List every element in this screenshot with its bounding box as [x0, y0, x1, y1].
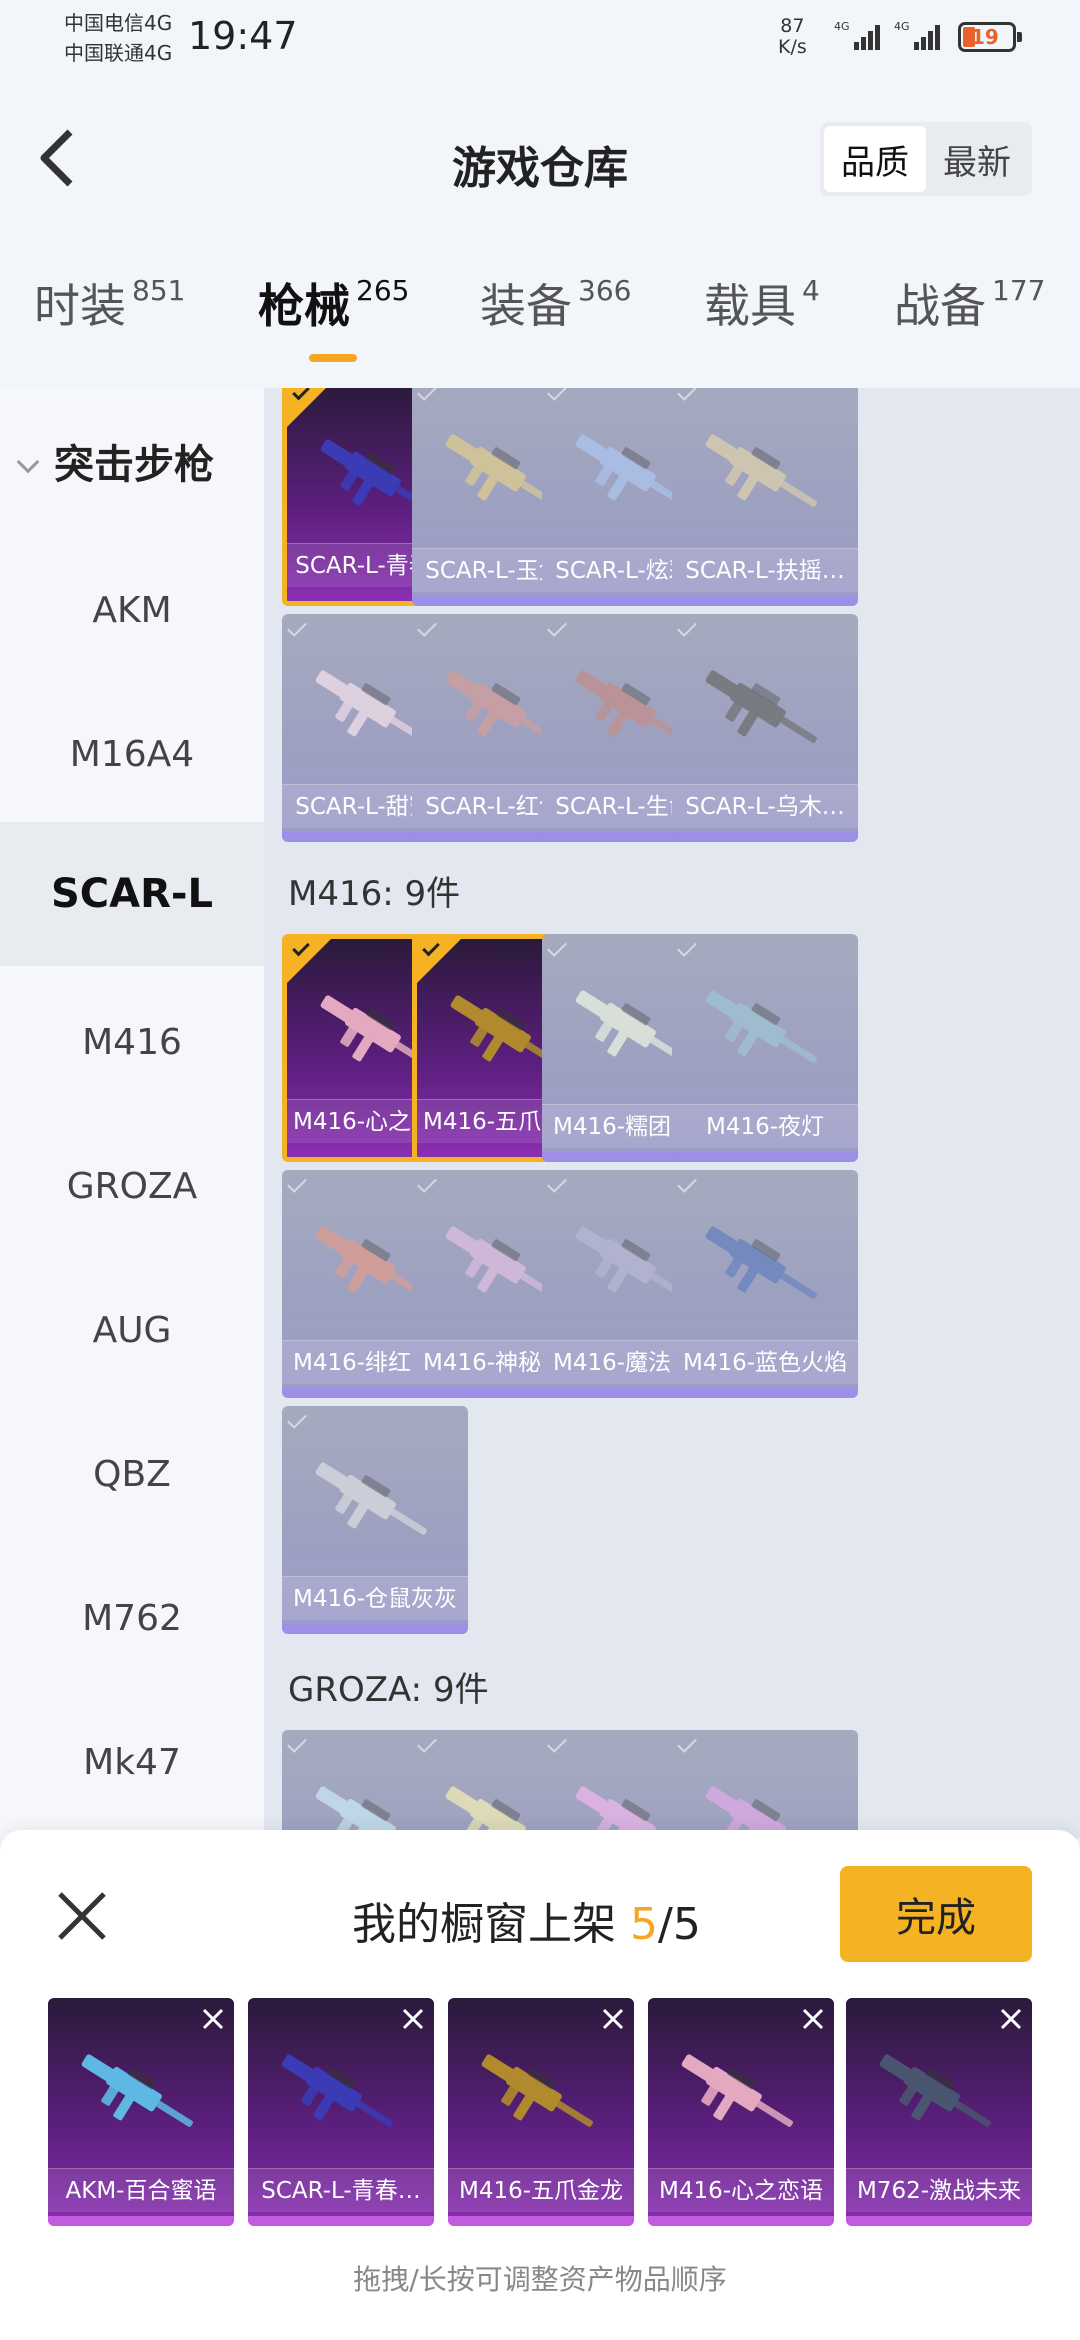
sort-quality-button[interactable]: 品质	[824, 126, 926, 192]
tab-count: 366	[578, 274, 632, 307]
clock: 19:47	[188, 14, 298, 58]
sort-newest-button[interactable]: 最新	[926, 126, 1028, 192]
item-name: SCAR-L-扶摇…	[672, 548, 858, 592]
remove-slot-icon[interactable]	[198, 2004, 228, 2034]
item-grid: M416: 9件 GROZA: 9件 4级SCAR-L-青春…SCAR-L-玉兔…	[264, 388, 1080, 1838]
showcase-slot[interactable]: M416-五爪金龙	[448, 1998, 634, 2226]
carrier-2: 中国联通4G	[64, 41, 173, 65]
signal-1-icon: 4G	[834, 20, 880, 50]
category-tabs: 时装 851 枪械 265 装备 366 载具 4 战备 177	[0, 270, 1080, 370]
tab-count: 177	[992, 274, 1046, 307]
rifle-icon	[281, 2054, 394, 2127]
rifle-icon	[879, 2054, 992, 2127]
m416-item-card[interactable]: M416-仓鼠灰灰	[282, 1406, 468, 1634]
sidebar-item-scar-l[interactable]: SCAR-L	[0, 822, 264, 966]
sidebar-group-header[interactable]: 突击步枪	[16, 432, 214, 490]
network-speed: 87 K/s	[778, 16, 807, 58]
section-label-groza: GROZA: 9件	[288, 1670, 489, 1710]
sort-toggle: 品质 最新	[820, 122, 1032, 196]
sidebar-item-groza[interactable]: GROZA	[0, 1114, 264, 1258]
tab-supplies[interactable]: 战备 177	[894, 270, 1045, 336]
remove-slot-icon[interactable]	[598, 2004, 628, 2034]
active-tab-indicator	[309, 354, 357, 362]
scar-item-card[interactable]: SCAR-L-扶摇…	[672, 388, 858, 606]
battery-level: 19	[971, 25, 999, 49]
item-name: M416-蓝色火焰	[672, 1340, 858, 1384]
sidebar-item-m416[interactable]: M416	[0, 970, 264, 1114]
signal-2-icon: 4G	[894, 20, 940, 50]
tab-count: 4	[802, 274, 820, 307]
slot-name: AKM-百合蜜语	[48, 2168, 234, 2212]
section-label-m416: M416: 9件	[288, 874, 461, 914]
slot-name: M762-激战未来	[846, 2168, 1032, 2212]
sidebar-item-m16a4[interactable]: M16A4	[0, 682, 264, 826]
rifle-icon	[681, 2054, 794, 2127]
carrier-1: 中国电信4G	[64, 11, 173, 35]
close-button[interactable]	[52, 1886, 112, 1946]
weapon-sidebar: 突击步枪 AKM M16A4 SCAR-L M416 GROZA AUG QBZ…	[0, 388, 264, 1838]
showcase-title-text: 我的橱窗上架	[352, 1899, 616, 1950]
done-button[interactable]: 完成	[840, 1866, 1032, 1962]
tab-count: 851	[132, 274, 186, 307]
item-name: M416-仓鼠灰灰	[282, 1576, 468, 1620]
tab-vehicles[interactable]: 载具 4	[704, 270, 820, 336]
svg-text:4G: 4G	[894, 20, 910, 33]
carrier-info: 中国电信4G 中国联通4G	[64, 8, 172, 68]
status-bar: 中国电信4G 中国联通4G 19:47 87 K/s 4G 4G 19	[0, 0, 1080, 80]
tab-label: 战备	[894, 279, 986, 333]
sidebar-item-aug[interactable]: AUG	[0, 1258, 264, 1402]
showcase-count-total: /5	[658, 1899, 701, 1950]
slot-name: SCAR-L-青春…	[248, 2168, 434, 2212]
sidebar-item-m762[interactable]: M762	[0, 1546, 264, 1690]
reorder-hint: 拖拽/长按可调整资产物品顺序	[353, 2263, 727, 2296]
m416-item-card[interactable]: M416-蓝色火焰	[672, 1170, 858, 1398]
showcase-title: 我的橱窗上架 5/5	[352, 1888, 701, 1952]
tab-fashion[interactable]: 时装 851	[34, 270, 185, 336]
speed-value: 87	[780, 15, 805, 37]
chevron-down-icon	[16, 450, 40, 474]
showcase-panel: 我的橱窗上架 5/5 完成 拖拽/长按可调整资产物品顺序 AKM-百合蜜语 SCA…	[0, 1830, 1080, 2340]
remove-slot-icon[interactable]	[798, 2004, 828, 2034]
showcase-slot[interactable]: M416-心之恋语	[648, 1998, 834, 2226]
sidebar-item-qbz[interactable]: QBZ	[0, 1402, 264, 1546]
battery-icon: 19	[958, 22, 1022, 52]
sidebar-group-label: 突击步枪	[54, 442, 214, 488]
tab-label: 装备	[480, 279, 572, 333]
rifle-icon	[481, 2054, 594, 2127]
showcase-slot[interactable]: M762-激战未来	[846, 1998, 1032, 2226]
card-overlay	[672, 1730, 858, 1838]
tab-equipment[interactable]: 装备 366	[480, 270, 631, 336]
scar-item-card[interactable]: SCAR-L-乌木…	[672, 614, 858, 842]
svg-text:4G: 4G	[834, 20, 850, 33]
showcase-slot[interactable]: SCAR-L-青春…	[248, 1998, 434, 2226]
slot-name: M416-心之恋语	[648, 2168, 834, 2212]
sidebar-item-akm[interactable]: AKM	[0, 538, 264, 682]
remove-slot-icon[interactable]	[398, 2004, 428, 2034]
item-name: SCAR-L-乌木…	[672, 784, 858, 828]
tab-guns[interactable]: 枪械 265	[258, 270, 409, 336]
slot-name: M416-五爪金龙	[448, 2168, 634, 2212]
tab-count: 265	[356, 274, 410, 307]
showcase-slot[interactable]: AKM-百合蜜语	[48, 1998, 234, 2226]
speed-unit: K/s	[778, 36, 807, 58]
m416-item-card[interactable]: M416-夜灯	[672, 934, 858, 1162]
item-name: M416-夜灯	[672, 1104, 858, 1148]
tab-label: 时装	[34, 279, 126, 333]
groza-item-card[interactable]	[672, 1730, 858, 1838]
tab-label: 枪械	[258, 279, 350, 333]
sidebar-item-mk47[interactable]: Mk47	[0, 1690, 264, 1834]
tab-label: 载具	[704, 279, 796, 333]
remove-slot-icon[interactable]	[996, 2004, 1026, 2034]
showcase-count-current: 5	[630, 1899, 658, 1950]
close-icon	[58, 1892, 106, 1940]
rifle-icon	[81, 2054, 194, 2127]
